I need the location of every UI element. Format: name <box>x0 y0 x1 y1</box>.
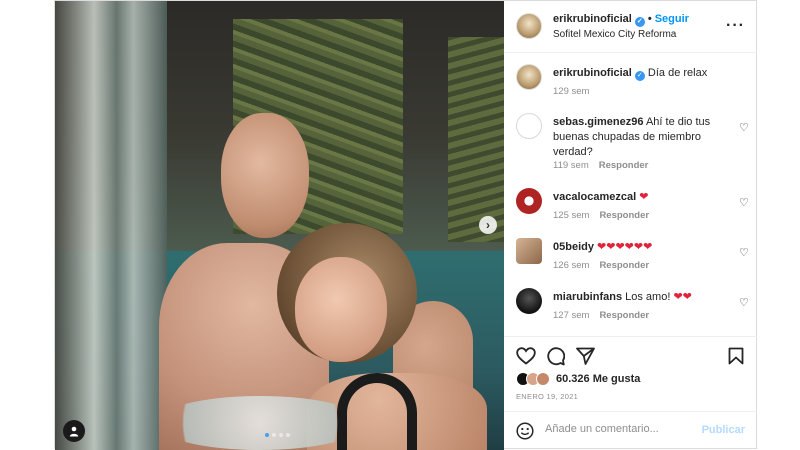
heart-outline-icon[interactable]: ♡ <box>739 121 749 134</box>
bookmark-icon[interactable] <box>728 347 744 365</box>
likes-row[interactable]: 60.326 Me gusta <box>516 372 640 386</box>
list-item: sebas.gimenez96 Ahí te dio tus buenas ch… <box>516 113 749 175</box>
post-side-panel: erikrubinoficial ✓ • Seguir Sofitel Mexico … <box>504 1 757 450</box>
red-heart-emoji: ❤ <box>639 191 649 203</box>
user-tag-icon[interactable] <box>63 420 85 442</box>
comment-meta: 119 sem Responder <box>553 160 648 171</box>
reply-button[interactable]: Responder <box>599 310 649 321</box>
carousel-dot <box>279 433 283 437</box>
reply-button[interactable]: Responder <box>599 160 649 171</box>
verified-badge-icon: ✓ <box>634 17 645 27</box>
comment-text: sebas.gimenez96 Ahí te dio tus buenas ch… <box>553 115 725 160</box>
comment-username[interactable]: sebas.gimenez96 <box>553 116 644 128</box>
comment-username[interactable]: 05beidy <box>553 241 594 253</box>
post-location[interactable]: Sofitel Mexico City Reforma <box>553 29 676 40</box>
heart-icon[interactable] <box>516 347 536 365</box>
carousel-dot-active <box>265 433 269 437</box>
comment-username[interactable]: miarubinfans <box>553 291 622 303</box>
avatar[interactable] <box>516 238 542 264</box>
avatar <box>536 372 550 386</box>
comment-icon[interactable] <box>546 347 565 366</box>
follow-button[interactable]: Seguir <box>655 13 689 25</box>
comment-username[interactable]: vacalocamezcal <box>553 191 636 203</box>
chevron-right-icon[interactable]: › <box>479 216 497 234</box>
comment-time[interactable]: 125 sem <box>553 210 589 221</box>
heart-outline-icon[interactable]: ♡ <box>739 196 749 209</box>
comment-input[interactable] <box>545 423 695 435</box>
avatar[interactable] <box>516 64 542 90</box>
separator-dot: • <box>647 13 652 25</box>
post-header: erikrubinoficial ✓ • Seguir Sofitel Mexico … <box>504 1 757 53</box>
comment-text: 05beidy ❤❤❤❤❤❤ <box>553 240 725 255</box>
list-item: miarubinfans Los amo! ❤❤ 127 sem Responde… <box>516 288 749 326</box>
reply-button[interactable]: Responder <box>599 260 649 271</box>
emoji-smile-icon[interactable] <box>516 422 534 440</box>
red-heart-emoji: ❤❤ <box>673 291 692 303</box>
avatar[interactable] <box>516 13 542 39</box>
comment-time[interactable]: 126 sem <box>553 260 589 271</box>
author-username[interactable]: erikrubinoficial <box>553 13 632 25</box>
caption-text: erikrubinoficial ✓ Día de relax <box>553 66 725 81</box>
green-wall-right <box>448 37 504 242</box>
avatar[interactable] <box>516 288 542 314</box>
reply-button[interactable]: Responder <box>599 210 649 221</box>
avatar[interactable] <box>516 188 542 214</box>
heart-outline-icon[interactable]: ♡ <box>739 296 749 309</box>
post-photo[interactable]: › <box>55 1 504 450</box>
comment-meta: 125 sem Responder <box>553 210 649 221</box>
list-item: vacalocamezcal ❤ 125 sem Responder ♡ <box>516 188 749 226</box>
caption-time: 129 sem <box>553 86 589 97</box>
comment-text: vacalocamezcal ❤ <box>553 190 725 205</box>
instagram-post: › erikrubinoficial ✓ • Seguir Sofitel Mexic… <box>54 0 757 450</box>
waterfall <box>55 1 167 450</box>
water-foam <box>155 396 365 450</box>
caption-body: Día de relax <box>647 67 708 79</box>
comment-time[interactable]: 127 sem <box>553 310 589 321</box>
heart-outline-icon[interactable]: ♡ <box>739 246 749 259</box>
red-heart-emoji: ❤❤❤❤❤❤ <box>597 241 653 253</box>
comment-time[interactable]: 119 sem <box>553 160 589 171</box>
comment-meta: 126 sem Responder <box>553 260 649 271</box>
post-actions: 60.326 Me gusta ENERO 19, 2021 <box>504 336 757 411</box>
post-date[interactable]: ENERO 19, 2021 <box>516 392 578 401</box>
add-comment-bar: Publicar <box>504 411 757 450</box>
list-item: 05beidy ❤❤❤❤❤❤ 126 sem Responder ♡ <box>516 238 749 276</box>
caption-username[interactable]: erikrubinoficial <box>553 67 632 79</box>
carousel-dot <box>286 433 290 437</box>
carousel-dot <box>272 433 276 437</box>
more-horizontal-icon[interactable]: ··· <box>726 17 745 35</box>
avatar[interactable] <box>516 113 542 139</box>
verified-badge-icon: ✓ <box>634 71 645 81</box>
caption-timestamp[interactable]: 129 sem <box>553 86 589 97</box>
caption: erikrubinoficial ✓ Día de relax 129 sem <box>516 64 749 104</box>
comment-text: miarubinfans Los amo! ❤❤ <box>553 290 725 305</box>
publish-button[interactable]: Publicar <box>702 424 745 436</box>
comment-meta: 127 sem Responder <box>553 310 649 321</box>
likes-count[interactable]: 60.326 Me gusta <box>556 373 640 385</box>
header-user-line: erikrubinoficial ✓ • Seguir <box>553 13 689 27</box>
share-icon[interactable] <box>576 347 595 365</box>
comments-list: erikrubinoficial ✓ Día de relax 129 sem s… <box>504 54 757 336</box>
comment-body: Los amo! <box>625 291 671 303</box>
carousel-indicator <box>265 433 290 437</box>
